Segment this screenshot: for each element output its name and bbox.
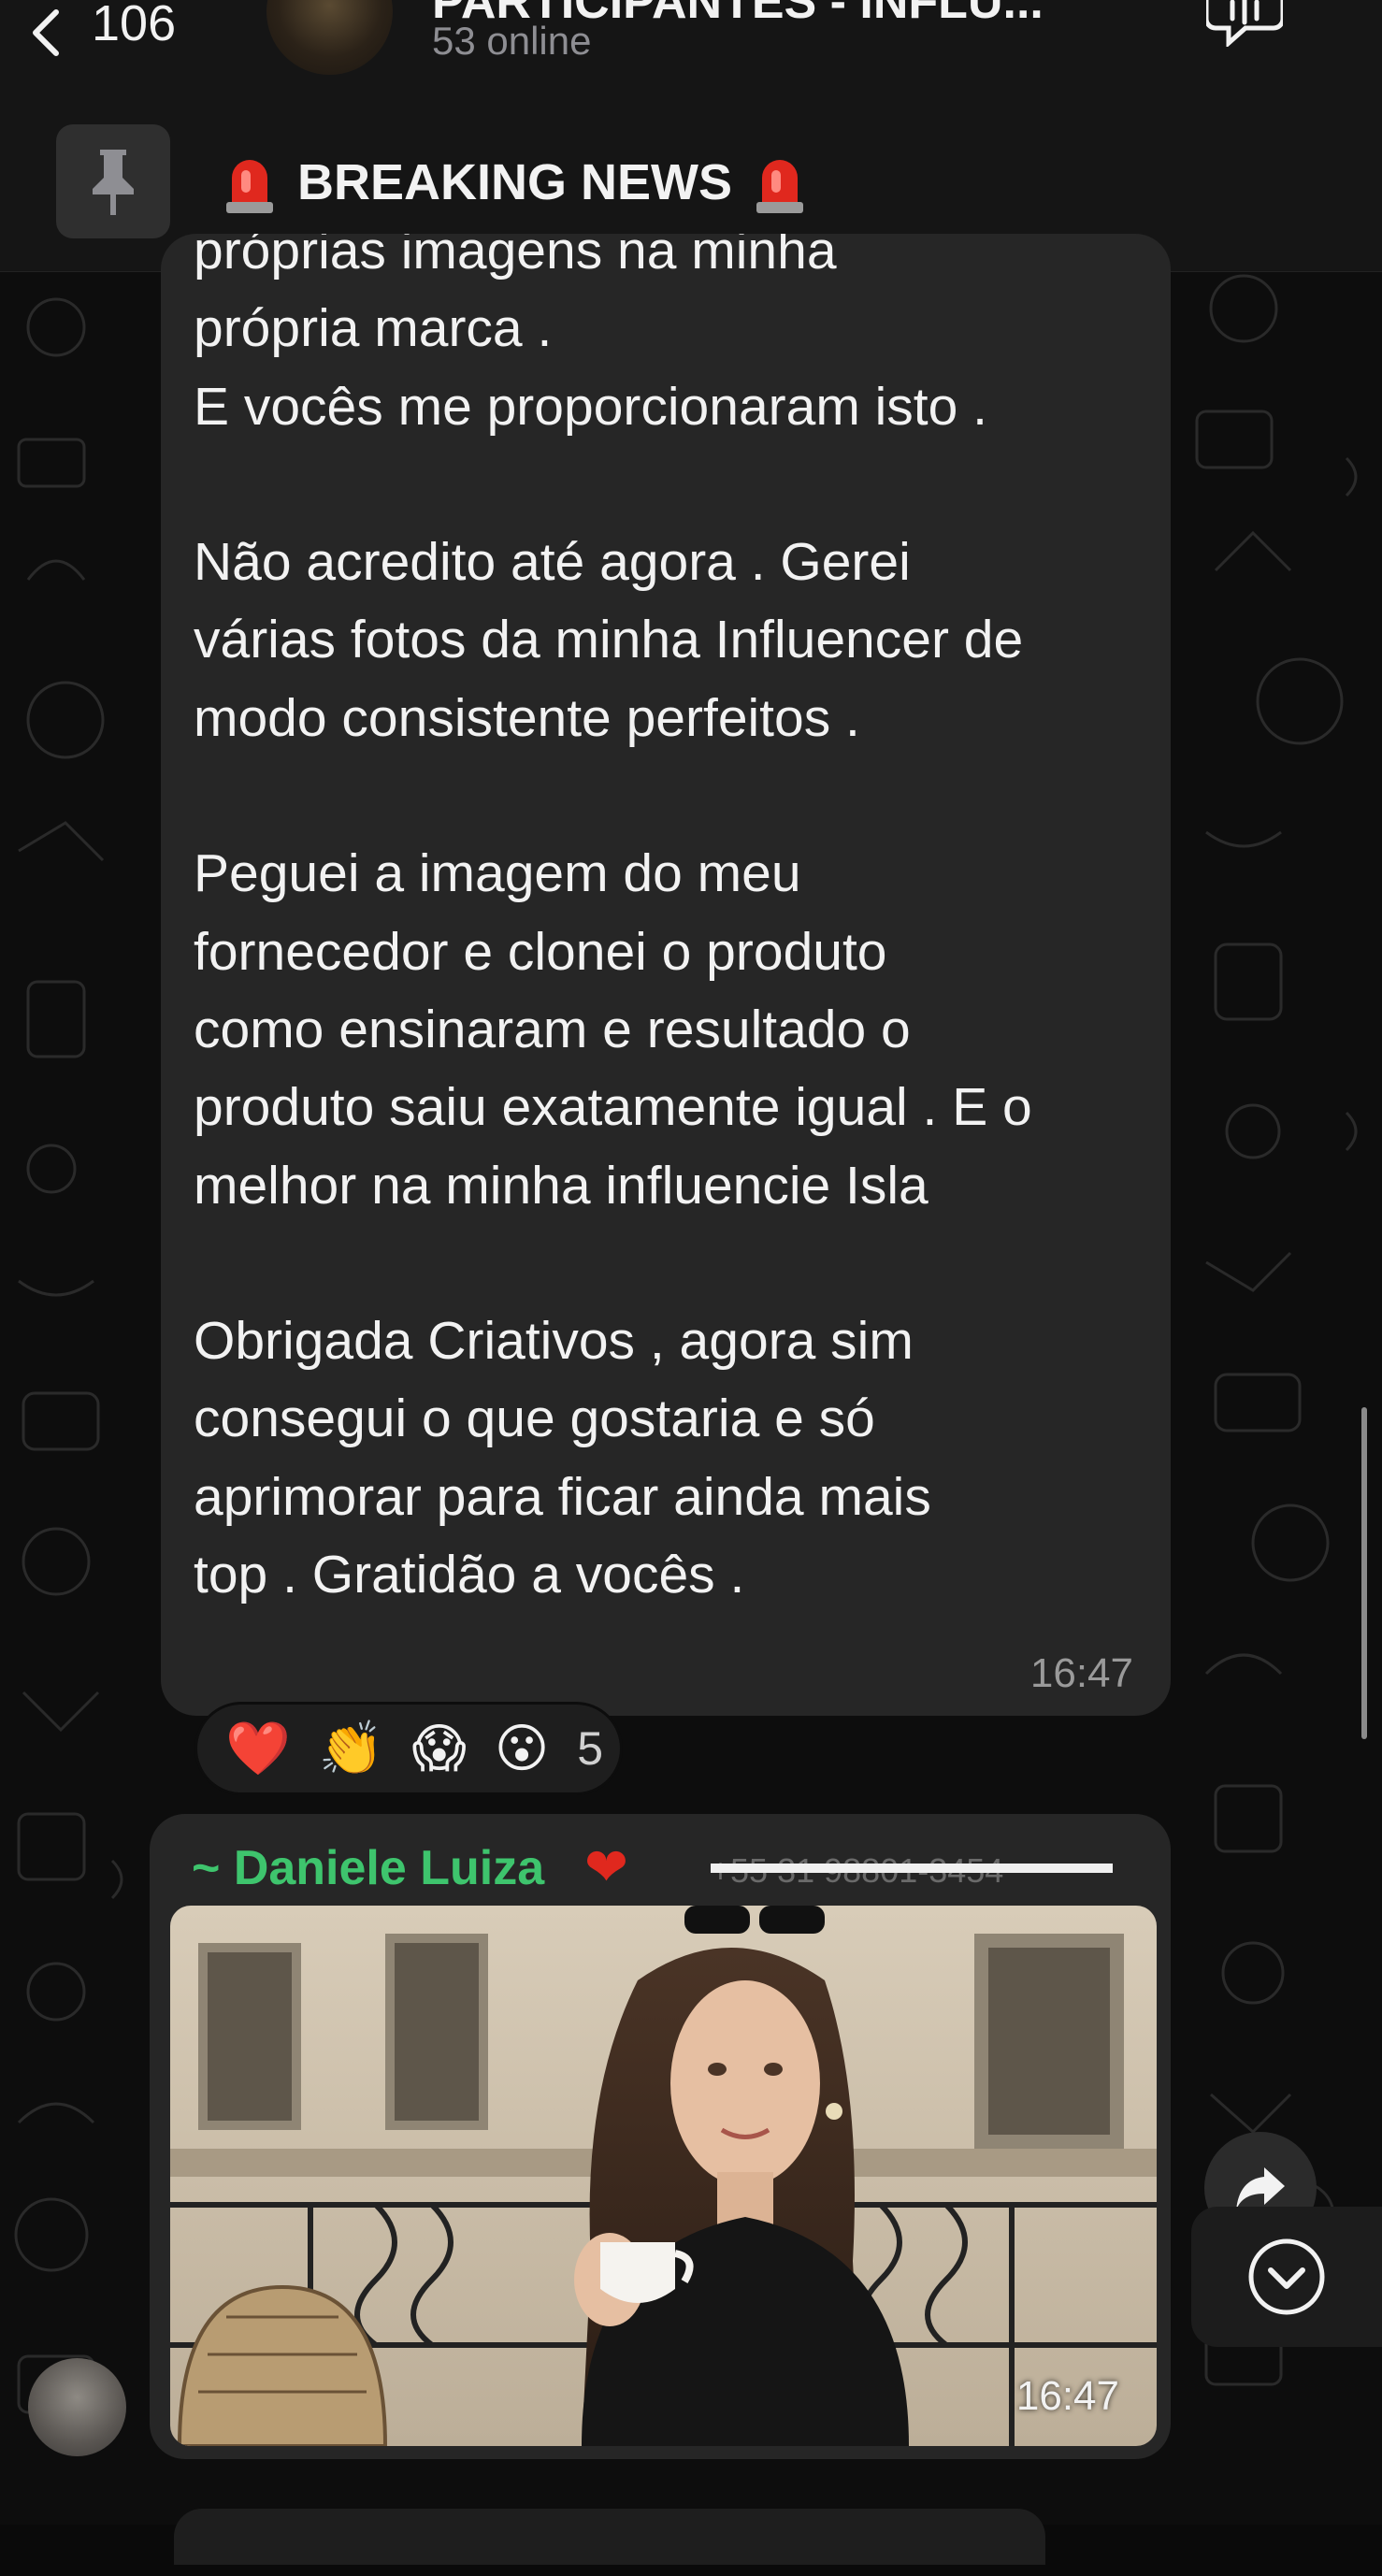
scroll-to-bottom-button[interactable] (1191, 2207, 1382, 2347)
pin-button[interactable] (56, 124, 170, 238)
siren-icon (226, 160, 273, 213)
message-input-bar[interactable] (174, 2509, 1045, 2565)
reaction-heart[interactable]: ❤️ (225, 1722, 291, 1775)
pinned-title-row: BREAKING NEWS (223, 145, 807, 220)
reaction-clap[interactable]: 👏 (319, 1722, 384, 1775)
sender-name[interactable]: ~ Daniele Luiza (192, 1840, 544, 1896)
chat-header: 106 PARTICIPANTES - INFLU... 53 online (0, 0, 1382, 112)
photo-time: 16:47 (1015, 2373, 1119, 2419)
reactions-bar[interactable]: ❤️ 👏 😱 😮 5 (194, 1702, 623, 1795)
group-avatar[interactable] (266, 0, 393, 75)
redacted-phone: +55 31 98801-3454 (711, 1851, 1113, 1885)
scrollbar[interactable] (1361, 1407, 1367, 1739)
sender-heart-emoji: ❤ (584, 1837, 628, 1896)
pin-icon (93, 150, 134, 215)
siren-icon (756, 160, 804, 213)
photo-message-bubble[interactable]: ~ Daniele Luiza ❤ +55 31 98801-3454 16:4… (150, 1814, 1171, 2459)
online-count: 53 online (432, 19, 592, 63)
pinned-title: BREAKING NEWS (297, 154, 733, 210)
reaction-scream[interactable]: 😱 (411, 1722, 466, 1775)
photo-illustration (170, 1906, 1157, 2446)
scroll-down-icon (1248, 2238, 1325, 2315)
message-time: 16:47 (1029, 1650, 1133, 1696)
message-text: próprias imagens na minha própria marca … (194, 234, 1032, 1605)
back-button[interactable]: 106 (26, 0, 176, 65)
sender-avatar[interactable] (28, 2358, 126, 2456)
message-bubble[interactable]: próprias imagens na minha própria marca … (161, 234, 1171, 1716)
message-photo[interactable]: 16:47 (170, 1906, 1157, 2446)
group-call-icon[interactable] (1206, 0, 1283, 47)
reaction-surprised[interactable]: 😮 (495, 1722, 549, 1775)
unread-count: 106 (92, 0, 177, 51)
reaction-count: 5 (577, 1722, 604, 1775)
back-chevron-icon (33, 9, 59, 56)
